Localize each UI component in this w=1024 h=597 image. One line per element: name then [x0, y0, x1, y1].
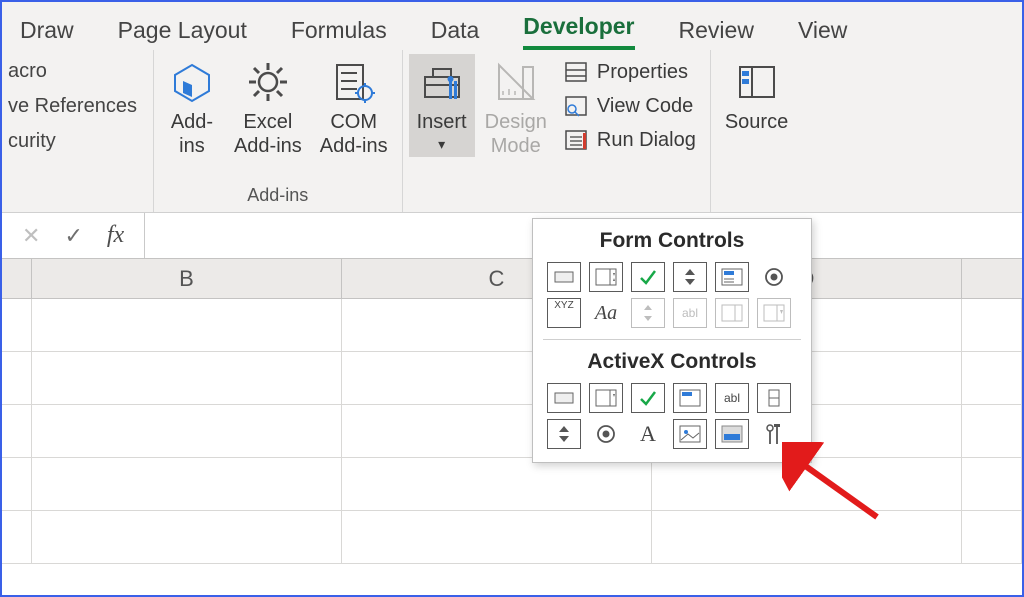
view-code-icon	[563, 94, 589, 118]
ribbon-tools: acro ve References curity Add- ins	[2, 50, 1022, 212]
column-header-b[interactable]: B	[32, 259, 342, 298]
insert-function-button[interactable]: fx	[107, 222, 124, 249]
form-label-icon[interactable]: Aa	[589, 298, 623, 328]
column-header-a-partial[interactable]	[2, 259, 32, 298]
form-combo-list-icon[interactable]	[715, 298, 749, 328]
ax-togglebutton-icon[interactable]	[715, 419, 749, 449]
form-scrollbar-icon[interactable]	[631, 298, 665, 328]
insert-label: Insert	[417, 110, 467, 134]
form-checkbox-icon[interactable]	[631, 262, 665, 292]
ax-more-controls-icon[interactable]	[757, 419, 791, 449]
addins-icon	[168, 58, 216, 106]
list-gear-icon	[330, 58, 378, 106]
ax-image-icon[interactable]	[673, 419, 707, 449]
toolbox-icon	[418, 58, 466, 106]
activex-controls-row-1: abl	[541, 380, 803, 416]
group-code-label	[75, 185, 80, 210]
controls-stack: Properties View Code Run Dialog	[557, 54, 704, 152]
ax-spinbutton-icon[interactable]	[547, 419, 581, 449]
use-relative-references-partial[interactable]: ve References	[8, 95, 137, 118]
com-addins-button[interactable]: COM Add-ins	[312, 54, 396, 162]
tab-draw[interactable]: Draw	[20, 17, 74, 50]
ax-combobox-icon[interactable]	[589, 383, 623, 413]
ax-commandbutton-icon[interactable]	[547, 383, 581, 413]
addins-label-2: ins	[179, 134, 205, 158]
dropdown-separator	[543, 339, 801, 340]
ax-label-icon[interactable]: A	[631, 419, 665, 449]
ax-checkbox-icon[interactable]	[631, 383, 665, 413]
group-controls: Insert ▾ Design Mode Properties	[403, 50, 711, 212]
tab-page-layout[interactable]: Page Layout	[118, 17, 247, 50]
macro-security-partial[interactable]: curity	[8, 130, 137, 153]
tab-developer[interactable]: Developer	[523, 13, 634, 50]
view-code-button[interactable]: View Code	[563, 94, 696, 118]
group-addins: Add- ins Excel Add-ins COM Add-ins	[154, 50, 403, 212]
run-dialog-button[interactable]: Run Dialog	[563, 128, 696, 152]
group-controls-label	[554, 185, 559, 210]
properties-label: Properties	[597, 61, 688, 84]
form-spinner-icon[interactable]	[673, 262, 707, 292]
ax-listbox-icon[interactable]	[673, 383, 707, 413]
com-addins-label-1: COM	[330, 110, 377, 134]
design-mode-button[interactable]: Design Mode	[477, 54, 555, 162]
com-addins-label-2: Add-ins	[320, 134, 388, 158]
record-macro-partial[interactable]: acro	[8, 60, 137, 83]
form-button-icon[interactable]	[547, 262, 581, 292]
form-listbox-icon[interactable]	[715, 262, 749, 292]
gear-icon	[244, 58, 292, 106]
addins-label-1: Add-	[171, 110, 213, 134]
form-combobox-icon[interactable]	[589, 262, 623, 292]
design-mode-label-1: Design	[485, 110, 547, 134]
code-options-partial: acro ve References curity	[8, 54, 147, 153]
run-dialog-label: Run Dialog	[597, 129, 696, 152]
insert-controls-dropdown: Form Controls XYZ Aa abl ActiveX Control…	[532, 218, 812, 463]
group-code-partial: acro ve References curity	[2, 50, 154, 212]
column-header-e-partial[interactable]	[962, 259, 1022, 298]
source-label: Source	[725, 110, 788, 134]
design-mode-label-2: Mode	[491, 134, 541, 158]
excel-addins-label-2: Add-ins	[234, 134, 302, 158]
ribbon-tabs: Draw Page Layout Formulas Data Developer…	[2, 2, 1022, 50]
enter-formula-icon[interactable]: ✓	[64, 223, 82, 249]
ribbon: Draw Page Layout Formulas Data Developer…	[2, 2, 1022, 213]
ax-optionbutton-icon[interactable]	[589, 419, 623, 449]
form-controls-header: Form Controls	[541, 227, 803, 259]
tab-data[interactable]: Data	[431, 17, 480, 50]
form-groupbox-icon[interactable]: XYZ	[547, 298, 581, 328]
tab-formulas[interactable]: Formulas	[291, 17, 387, 50]
excel-addins-label-1: Excel	[243, 110, 292, 134]
ax-scrollbar-icon[interactable]	[757, 383, 791, 413]
properties-button[interactable]: Properties	[563, 60, 696, 84]
activex-controls-header: ActiveX Controls	[541, 348, 803, 380]
addins-button[interactable]: Add- ins	[160, 54, 224, 162]
chevron-down-icon: ▾	[438, 136, 445, 153]
run-dialog-icon	[563, 128, 589, 152]
activex-controls-row-2: A	[541, 416, 803, 452]
cancel-formula-icon[interactable]: ✕	[22, 223, 40, 249]
properties-icon	[563, 60, 589, 84]
group-xml-partial: Source	[711, 50, 802, 212]
source-button[interactable]: Source	[717, 54, 796, 138]
form-textfield-icon[interactable]: abl	[673, 298, 707, 328]
formula-bar: ✕ ✓ fx	[2, 213, 1022, 259]
view-code-label: View Code	[597, 95, 693, 118]
worksheet-grid[interactable]	[2, 299, 1022, 564]
group-xml-label	[754, 185, 759, 210]
insert-control-button[interactable]: Insert ▾	[409, 54, 475, 157]
form-optionbutton-icon[interactable]	[757, 262, 791, 292]
tab-review[interactable]: Review	[679, 17, 754, 50]
tab-view[interactable]: View	[798, 17, 847, 50]
form-combo-dropdown-icon[interactable]	[757, 298, 791, 328]
form-controls-row-1	[541, 259, 803, 295]
source-pane-icon	[733, 58, 781, 106]
ax-textbox-icon[interactable]: abl	[715, 383, 749, 413]
form-controls-row-2: XYZ Aa abl	[541, 295, 803, 331]
ruler-triangle-icon	[492, 58, 540, 106]
column-headers: B C D	[2, 259, 1022, 299]
group-addins-label: Add-ins	[247, 185, 308, 210]
excel-addins-button[interactable]: Excel Add-ins	[226, 54, 310, 162]
